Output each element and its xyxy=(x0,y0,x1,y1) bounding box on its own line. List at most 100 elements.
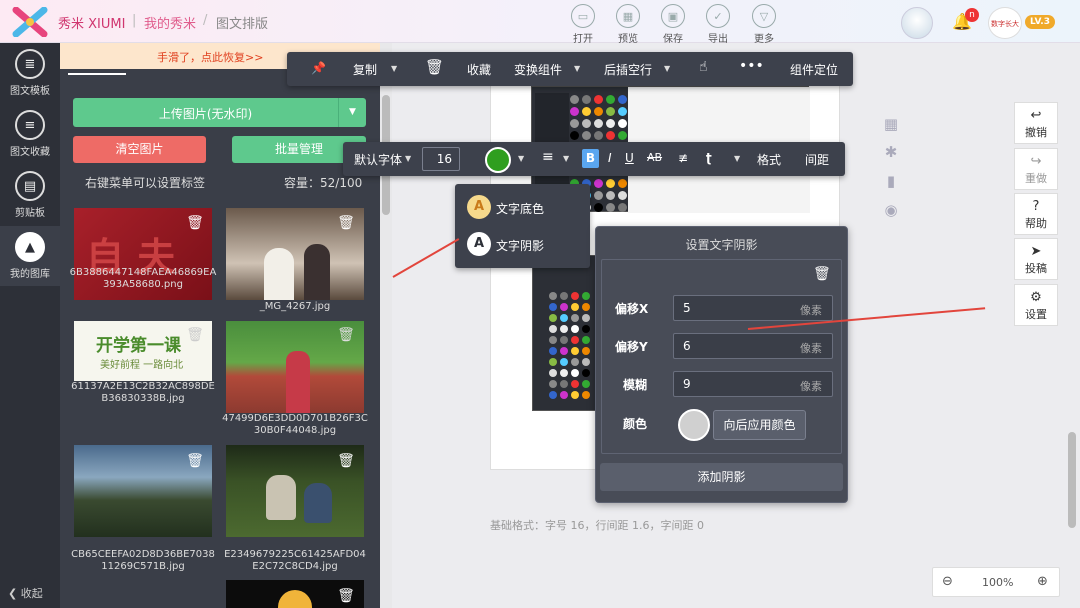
font-family-select[interactable]: 默认字体 xyxy=(354,151,402,168)
component-icon[interactable]: ✱ xyxy=(880,143,902,163)
save-button[interactable]: ▣ 保存 xyxy=(653,4,693,45)
nav-clipboard[interactable]: ▤ 剪贴板 xyxy=(0,165,60,225)
delete-icon[interactable]: 🗑 xyxy=(425,58,444,76)
offset-x-label: 偏移X xyxy=(615,302,649,316)
text-effect-icon[interactable]: ʈ xyxy=(706,151,712,165)
trash-icon[interactable]: 🗑 xyxy=(186,327,204,345)
chevron-down-icon[interactable]: ▼ xyxy=(518,154,524,163)
trash-icon[interactable]: 🗑 xyxy=(813,266,831,282)
zoom-in-icon[interactable]: ⊕ xyxy=(1037,574,1048,589)
export-button[interactable]: ✓ 导出 xyxy=(698,4,738,45)
apply-color-button[interactable]: 向后应用颜色 xyxy=(713,410,806,440)
upload-button[interactable]: 上传图片(无水印) ▼ xyxy=(73,98,366,127)
thumb-graphic xyxy=(304,244,330,300)
palette-swatch xyxy=(571,347,579,355)
palette-swatch xyxy=(618,203,627,212)
palette-swatch xyxy=(571,380,579,388)
nav-gallery[interactable]: ▲ 我的图库 xyxy=(0,226,60,286)
preview-button[interactable]: ▦ 预览 xyxy=(608,4,648,45)
eye-icon[interactable]: ◉ xyxy=(880,201,902,221)
image-caption: CB65CEEFA02D8D36BE703811269C571B.jpg xyxy=(71,549,215,572)
zoom-out-icon[interactable]: ⊖ xyxy=(942,574,953,589)
color-label: 颜色 xyxy=(623,417,648,431)
undo-button[interactable]: ↩ 撤销 xyxy=(1014,102,1058,144)
palette-swatch xyxy=(549,303,557,311)
trash-icon[interactable]: 🗑 xyxy=(337,215,355,233)
text-color-swatch[interactable] xyxy=(485,147,511,173)
palette-swatch xyxy=(582,325,590,333)
brand-name[interactable]: 秀米 XIUMI xyxy=(58,13,125,32)
chevron-down-icon[interactable]: ▼ xyxy=(338,98,366,127)
strikethrough-button[interactable]: AB xyxy=(647,151,662,164)
avatar[interactable] xyxy=(901,7,933,39)
palette-swatch xyxy=(594,119,603,128)
more-options-icon[interactable]: ••• xyxy=(739,58,764,74)
preview-icon: ▦ xyxy=(616,4,640,28)
help-button[interactable]: ? 帮助 xyxy=(1014,193,1058,235)
thumb-title: 开学第一课 xyxy=(96,336,181,356)
spacing-button[interactable]: 间距 xyxy=(805,151,829,168)
select-icon[interactable]: ☝ xyxy=(699,59,708,75)
chart-icon[interactable]: ▮ xyxy=(880,172,902,192)
canvas-scrollbar-thumb[interactable] xyxy=(1068,432,1076,528)
chevron-down-icon[interactable]: ▼ xyxy=(574,64,580,73)
capacity-text: 容量：52/100 xyxy=(284,176,363,190)
collapse-button[interactable]: ❮ 收起 xyxy=(8,585,43,601)
palette-swatch xyxy=(560,325,568,333)
submit-button[interactable]: ➤ 投稿 xyxy=(1014,238,1058,280)
palette-swatch xyxy=(570,131,579,140)
palette-swatch xyxy=(570,95,579,104)
font-size-input[interactable]: 16 xyxy=(422,147,460,171)
breadcrumb-my-xiumi[interactable]: 我的秀米 xyxy=(144,13,196,32)
palette-swatch xyxy=(549,336,557,344)
chevron-down-icon[interactable]: ▼ xyxy=(563,154,569,163)
add-shadow-button[interactable]: 添加阴影 xyxy=(600,463,843,491)
open-button[interactable]: ▭ 打开 xyxy=(563,4,603,45)
user-badge-text: 数字长大 xyxy=(991,20,1019,28)
format-button[interactable]: 格式 xyxy=(757,151,781,168)
grid-icon[interactable]: ▦ xyxy=(880,115,902,135)
offset-x-input[interactable]: 5 像素 xyxy=(673,295,833,321)
image-caption: E2349679225C61425AFD04E2C72C8CD4.jpg xyxy=(224,549,366,572)
settings-button[interactable]: ⚙ 设置 xyxy=(1014,284,1058,326)
align-icon[interactable]: ≡ xyxy=(542,149,554,165)
palette-swatch xyxy=(582,358,590,366)
nav-favorites[interactable]: ≡ 图文收藏 xyxy=(0,104,60,164)
menu-item-text-shadow[interactable]: A 文字阴影 xyxy=(467,232,585,256)
xiumi-logo[interactable] xyxy=(12,6,48,38)
shadow-color-swatch[interactable] xyxy=(678,409,710,441)
more-button[interactable]: ▽ 更多 xyxy=(744,4,784,45)
chevron-down-icon[interactable]: ▼ xyxy=(391,64,397,73)
chevron-down-icon[interactable]: ▼ xyxy=(664,64,670,73)
palette-swatch xyxy=(570,119,579,128)
redo-button[interactable]: ↪ 重做 xyxy=(1014,148,1058,190)
palette-swatch xyxy=(560,358,568,366)
palette-swatch xyxy=(594,107,603,116)
pin-icon[interactable]: 📌 xyxy=(311,61,326,75)
trash-icon[interactable]: 🗑 xyxy=(186,215,204,233)
bold-button[interactable]: B xyxy=(582,149,599,168)
trash-icon[interactable]: 🗑 xyxy=(337,327,355,345)
offset-y-input[interactable]: 6 像素 xyxy=(673,333,833,359)
copy-button[interactable]: 复制 xyxy=(353,61,377,78)
clear-format-icon[interactable]: ≢ xyxy=(678,151,688,165)
palette-swatch xyxy=(594,203,603,212)
chevron-down-icon[interactable]: ▼ xyxy=(405,154,411,163)
italic-button[interactable]: I xyxy=(608,151,612,165)
trash-icon[interactable]: 🗑 xyxy=(186,453,204,471)
trash-icon[interactable]: 🗑 xyxy=(337,453,355,471)
nav-template[interactable]: ≣ 图文模板 xyxy=(0,43,60,103)
chevron-down-icon[interactable]: ▼ xyxy=(734,154,740,163)
menu-item-text-background[interactable]: A 文字底色 xyxy=(467,195,585,219)
transform-component-button[interactable]: 变换组件 xyxy=(514,61,562,78)
offset-y-label: 偏移Y xyxy=(615,340,648,354)
image-caption: 61137A2E13C2B32AC898DEB36830338B.jpg xyxy=(71,381,215,404)
underline-button[interactable]: U xyxy=(625,151,634,165)
favorite-button[interactable]: 收藏 xyxy=(467,61,491,78)
clear-images-button[interactable]: 清空图片 xyxy=(73,136,206,163)
blur-input[interactable]: 9 像素 xyxy=(673,371,833,397)
user-badge[interactable]: 数字长大 xyxy=(988,7,1022,39)
locate-component-button[interactable]: 组件定位 xyxy=(790,61,838,78)
insert-after-button[interactable]: 后插空行 xyxy=(604,61,652,78)
trash-icon[interactable]: 🗑 xyxy=(337,588,355,606)
